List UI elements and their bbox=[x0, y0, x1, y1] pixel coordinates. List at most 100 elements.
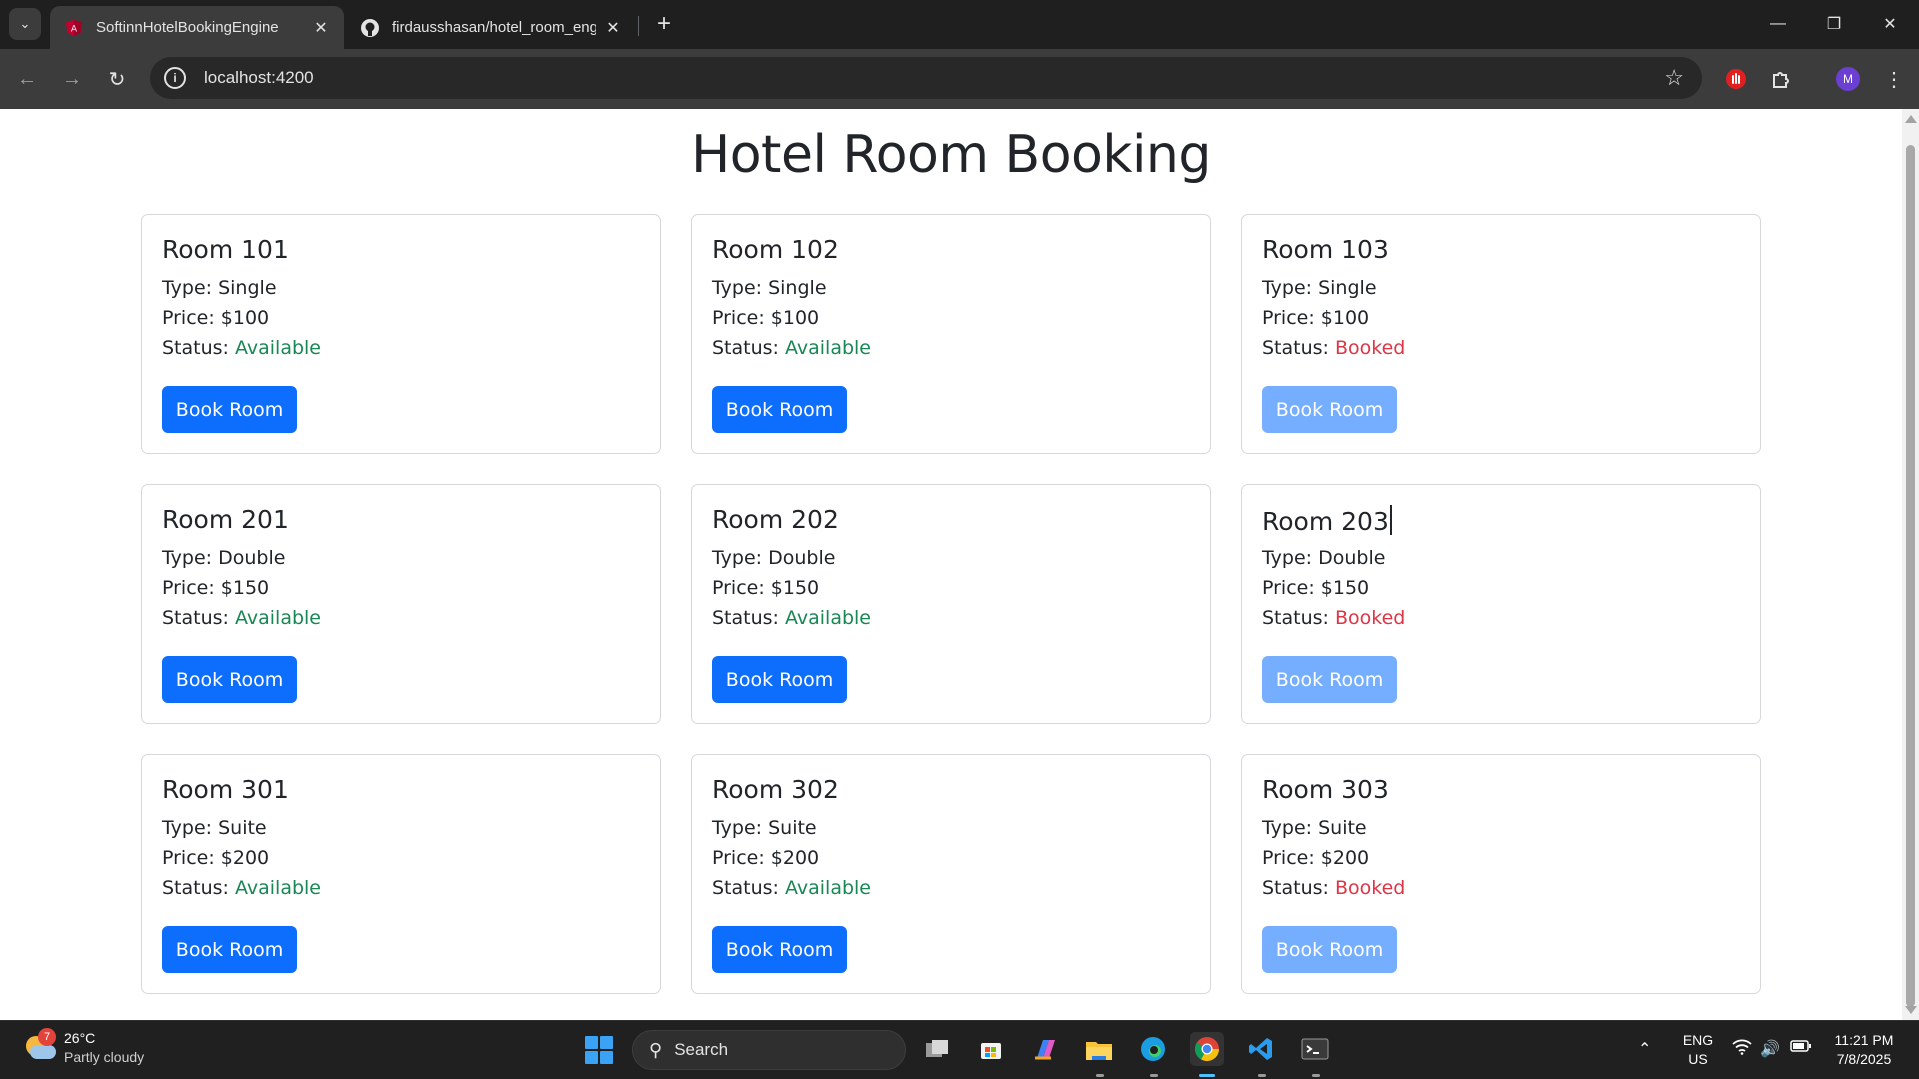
status-badge: Available bbox=[235, 607, 322, 629]
weather-temp: 26°C bbox=[64, 1030, 96, 1046]
room-name: Room 201 bbox=[162, 505, 289, 534]
scroll-up-icon[interactable] bbox=[1905, 115, 1917, 123]
volume-icon[interactable]: 🔊 bbox=[1760, 1039, 1780, 1059]
menu-kebab-icon[interactable]: ⋮ bbox=[1878, 63, 1910, 95]
room-card: Room 202 Type: Double Price: $150 Status: A… bbox=[691, 484, 1211, 724]
address-bar[interactable]: i localhost:4200 ☆ bbox=[150, 57, 1702, 99]
text-cursor bbox=[1389, 505, 1392, 535]
region-code: US bbox=[1688, 1051, 1708, 1067]
room-name: Room 301 bbox=[162, 775, 289, 804]
room-name: Room 202 bbox=[712, 505, 839, 534]
taskbar-search[interactable]: ⚲ Search bbox=[632, 1030, 906, 1070]
browser-tab-bar: ⌄ A SoftinnHotelBookingEngine ✕ firdauss… bbox=[0, 0, 1919, 49]
tab-title: SoftinnHotelBookingEngine bbox=[96, 19, 279, 36]
room-card: Room 103 Type: Single Price: $100 Status: B… bbox=[1241, 214, 1761, 454]
room-card: Room 301 Type: Suite Price: $200 Status: Av… bbox=[141, 754, 661, 994]
clock[interactable]: 11:21 PM 7/8/2025 bbox=[1828, 1031, 1900, 1069]
windows-start-icon[interactable] bbox=[585, 1036, 613, 1064]
file-explorer-icon[interactable] bbox=[1082, 1032, 1116, 1066]
edge-icon[interactable] bbox=[1136, 1032, 1170, 1066]
extensions-puzzle-icon[interactable] bbox=[1765, 63, 1797, 95]
book-room-button[interactable]: Book Room bbox=[162, 926, 297, 973]
tab-search-button[interactable]: ⌄ bbox=[9, 8, 41, 40]
github-icon bbox=[360, 18, 380, 38]
book-room-button[interactable]: Book Room bbox=[1262, 386, 1397, 433]
task-view-icon[interactable] bbox=[920, 1032, 954, 1066]
room-type: Type: Double bbox=[712, 547, 836, 569]
tab-divider bbox=[638, 16, 639, 36]
room-status: Status: Available bbox=[162, 877, 322, 899]
forward-icon[interactable]: → bbox=[56, 63, 88, 95]
room-status: Status: Available bbox=[162, 337, 322, 359]
close-tab-icon[interactable]: ✕ bbox=[604, 18, 622, 38]
show-hidden-icons-chevron[interactable]: ⌃ bbox=[1638, 1039, 1651, 1059]
close-tab-icon[interactable]: ✕ bbox=[312, 18, 330, 38]
room-type: Type: Suite bbox=[712, 817, 817, 839]
status-badge: Available bbox=[235, 877, 322, 899]
weather-condition: Partly cloudy bbox=[64, 1049, 145, 1065]
battery-icon[interactable] bbox=[1790, 1039, 1812, 1058]
running-indicator bbox=[1096, 1074, 1104, 1077]
room-card: Room 302 Type: Suite Price: $200 Status: Av… bbox=[691, 754, 1211, 994]
angular-icon: A bbox=[64, 18, 84, 38]
room-price: Price: $150 bbox=[162, 577, 270, 599]
book-room-button[interactable]: Book Room bbox=[712, 386, 847, 433]
book-room-button[interactable]: Book Room bbox=[162, 386, 297, 433]
page-scrollbar[interactable] bbox=[1902, 109, 1919, 1020]
notification-badge: 7 bbox=[38, 1028, 56, 1046]
running-indicator bbox=[1150, 1074, 1158, 1077]
chevron-down-icon: ⌄ bbox=[19, 16, 31, 31]
active-indicator bbox=[1199, 1074, 1215, 1077]
svg-text:A: A bbox=[71, 24, 78, 34]
terminal-icon[interactable] bbox=[1298, 1032, 1332, 1066]
book-room-button[interactable]: Book Room bbox=[1262, 926, 1397, 973]
room-price: Price: $100 bbox=[712, 307, 820, 329]
running-indicator bbox=[1312, 1074, 1320, 1077]
room-price: Price: $200 bbox=[162, 847, 270, 869]
date: 7/8/2025 bbox=[1836, 1051, 1892, 1067]
status-badge: Booked bbox=[1335, 607, 1406, 629]
close-window-icon[interactable]: ✕ bbox=[1870, 10, 1910, 38]
new-tab-button[interactable]: + bbox=[650, 10, 678, 38]
chrome-icon[interactable] bbox=[1190, 1032, 1224, 1066]
room-type: Type: Double bbox=[162, 547, 286, 569]
book-room-button[interactable]: Book Room bbox=[712, 656, 847, 703]
room-status: Status: Booked bbox=[1262, 877, 1406, 899]
url-text: localhost:4200 bbox=[204, 68, 314, 87]
search-icon: ⚲ bbox=[649, 1039, 663, 1060]
book-room-button[interactable]: Book Room bbox=[712, 926, 847, 973]
room-type: Type: Double bbox=[1262, 547, 1386, 569]
tab-github-repo[interactable]: firdausshasan/hotel_room_engi ✕ bbox=[346, 6, 636, 49]
restore-icon[interactable]: ❐ bbox=[1814, 10, 1854, 38]
scroll-thumb[interactable] bbox=[1906, 145, 1915, 1007]
language-indicator[interactable]: ENG US bbox=[1680, 1031, 1716, 1069]
reload-icon[interactable]: ↻ bbox=[101, 63, 133, 95]
room-card: Room 303 Type: Suite Price: $200 Status: Bo… bbox=[1241, 754, 1761, 994]
time: 11:21 PM bbox=[1834, 1032, 1894, 1048]
tab-softinn-hotel-booking[interactable]: A SoftinnHotelBookingEngine ✕ bbox=[50, 6, 344, 49]
book-room-button[interactable]: Book Room bbox=[1262, 656, 1397, 703]
room-status: Status: Available bbox=[712, 337, 872, 359]
minimize-icon[interactable]: — bbox=[1758, 10, 1798, 38]
room-type: Type: Suite bbox=[1262, 817, 1367, 839]
wifi-icon[interactable] bbox=[1732, 1039, 1752, 1060]
bookmark-star-icon[interactable]: ☆ bbox=[1664, 65, 1684, 91]
room-price: Price: $100 bbox=[162, 307, 270, 329]
extension-icon[interactable] bbox=[1720, 63, 1752, 95]
weather-widget[interactable]: 7 26°C Partly cloudy bbox=[22, 1028, 145, 1067]
back-icon[interactable]: ← bbox=[11, 63, 43, 95]
page-viewport: Hotel Room Booking Room 101 Type: Single P… bbox=[0, 109, 1902, 1020]
scroll-down-icon[interactable] bbox=[1905, 1006, 1917, 1014]
vscode-icon[interactable] bbox=[1244, 1032, 1278, 1066]
room-name: Room 101 bbox=[162, 235, 289, 264]
taskbar-search-label: Search bbox=[674, 1040, 729, 1059]
book-room-button[interactable]: Book Room bbox=[162, 656, 297, 703]
microsoft-store-icon[interactable] bbox=[974, 1032, 1008, 1066]
running-indicator bbox=[1258, 1074, 1266, 1077]
site-info-icon[interactable]: i bbox=[164, 67, 186, 89]
room-status: Status: Available bbox=[712, 607, 872, 629]
copilot-icon[interactable] bbox=[1028, 1032, 1062, 1066]
room-status: Status: Available bbox=[162, 607, 322, 629]
profile-avatar[interactable]: M bbox=[1832, 63, 1864, 95]
room-price: Price: $200 bbox=[1262, 847, 1370, 869]
